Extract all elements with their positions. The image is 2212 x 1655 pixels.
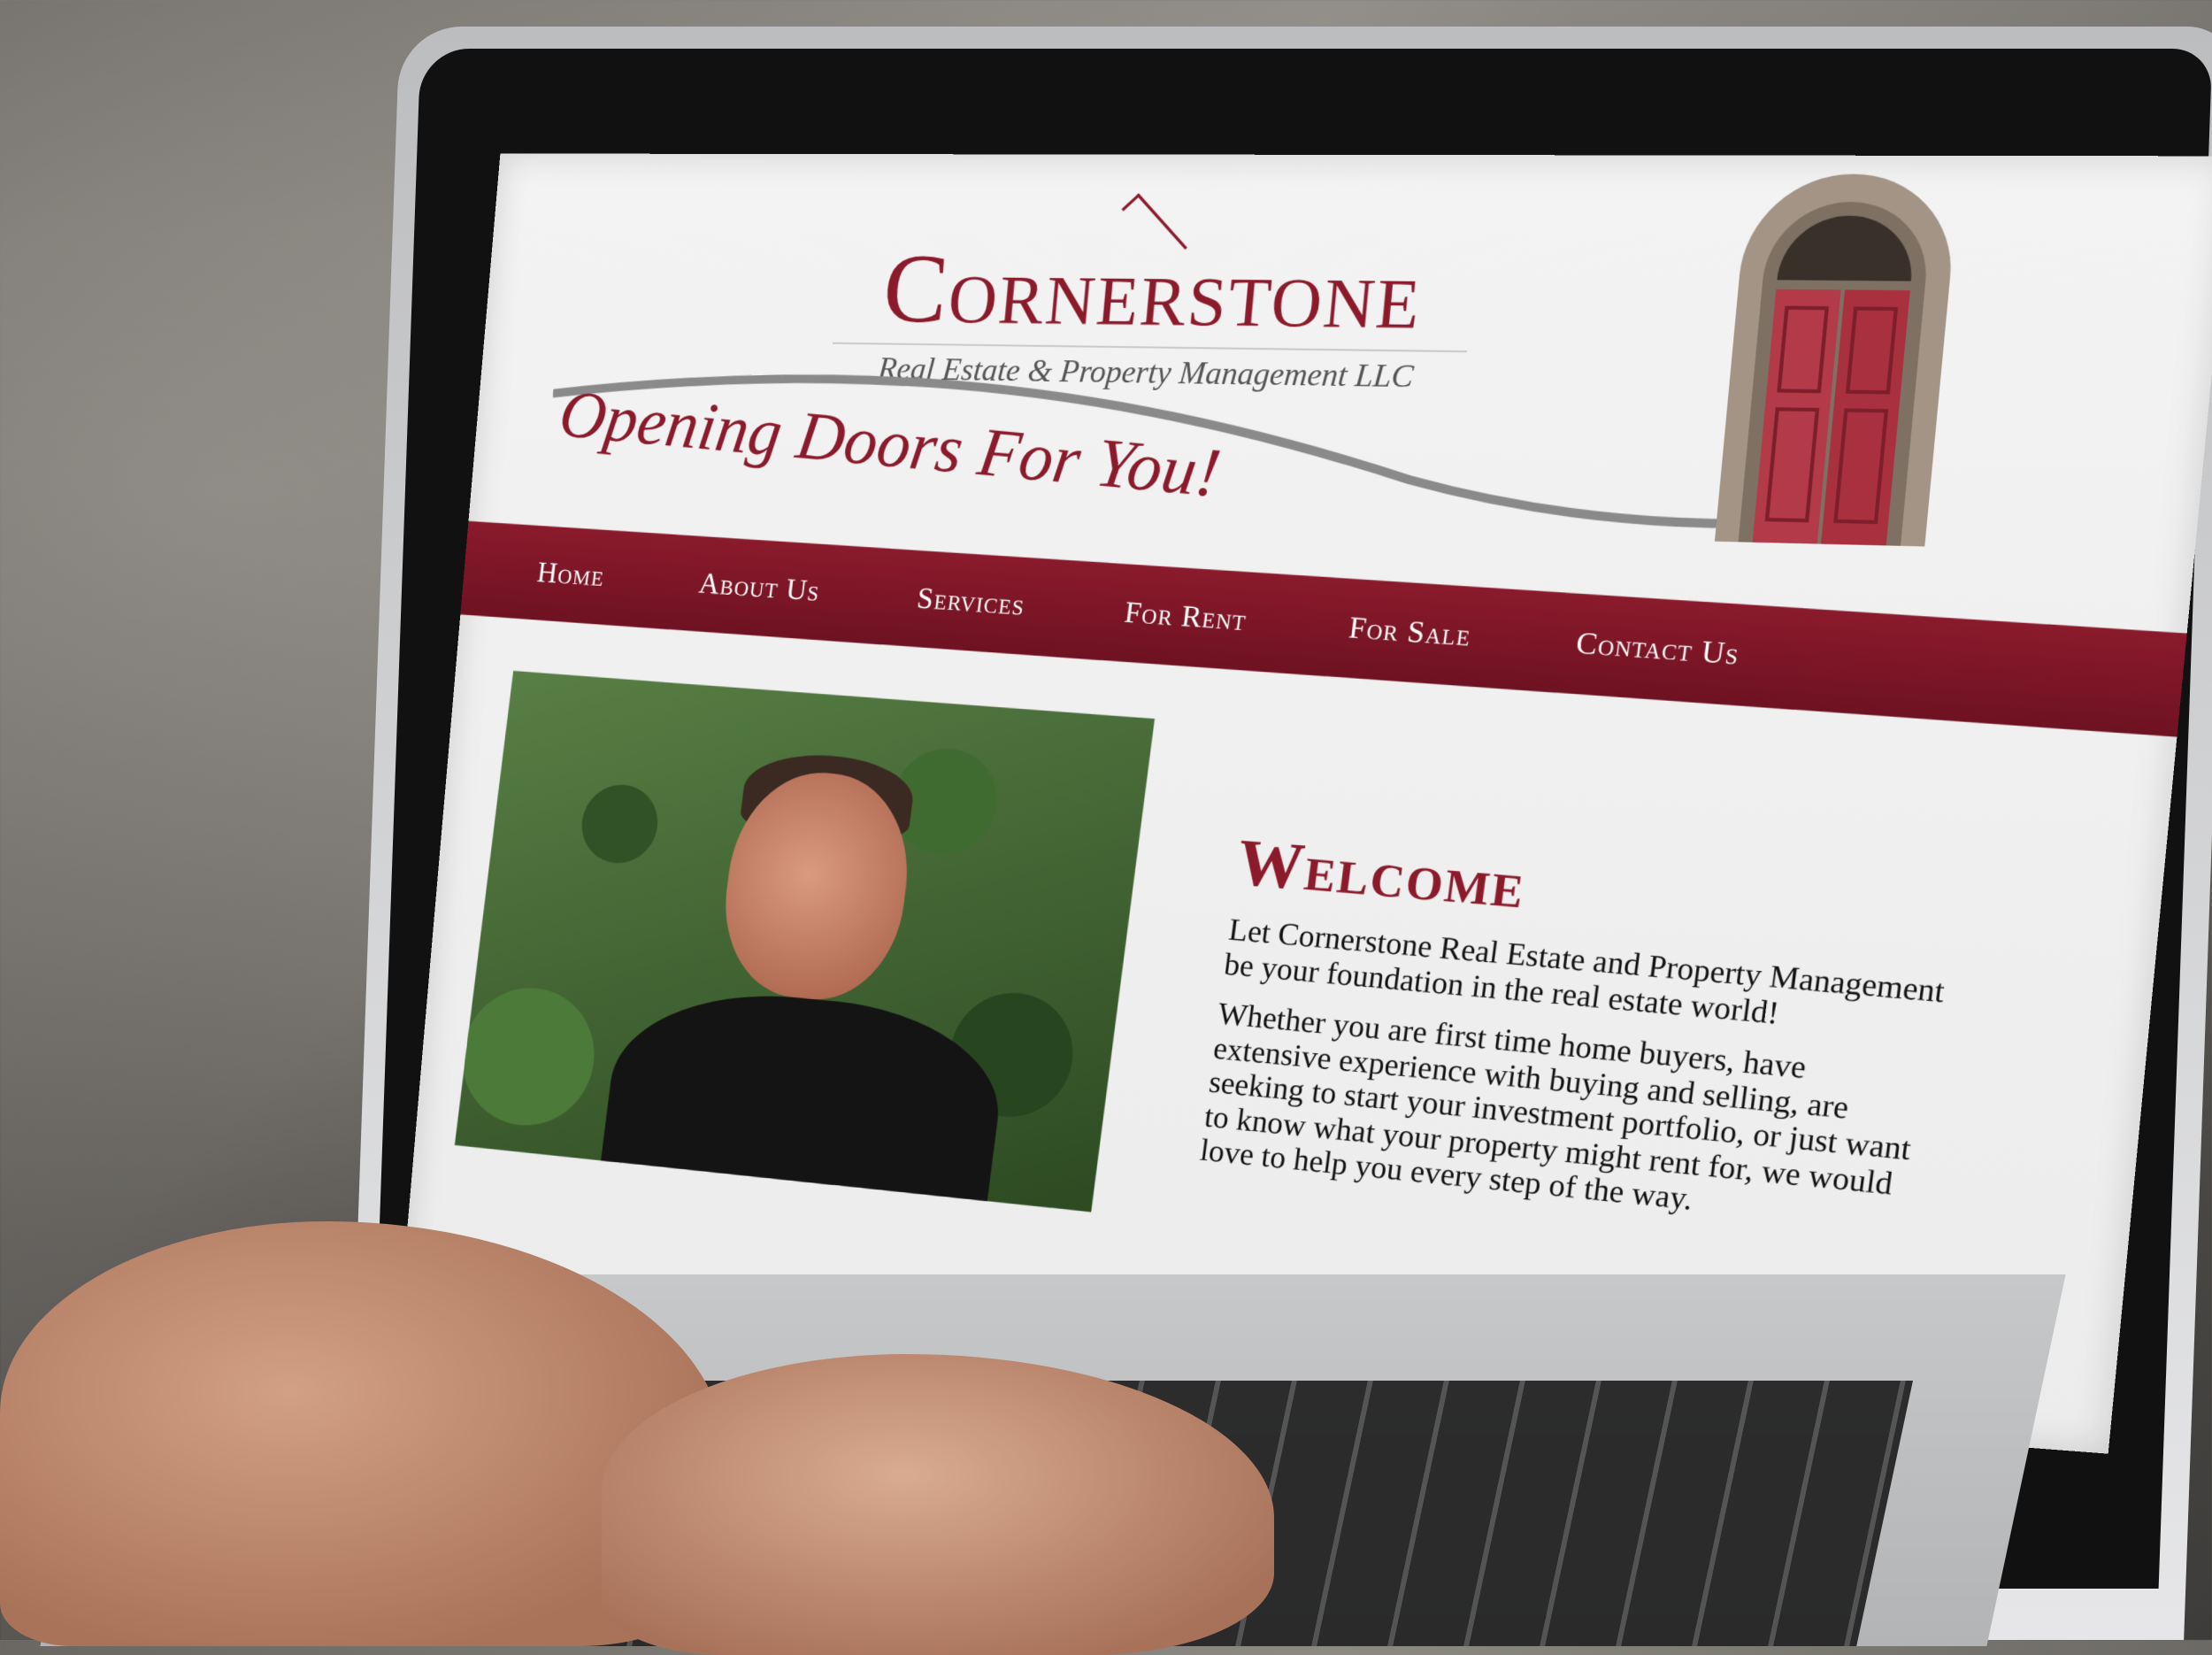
nav-for-sale[interactable]: For Sale — [1347, 612, 1472, 654]
logo-wordmark: Cornerstone — [879, 235, 1428, 350]
website-screen: Cornerstone Real Estate & Property Manag… — [398, 153, 2212, 1454]
nav-about-us[interactable]: About Us — [697, 567, 822, 608]
agent-photo — [454, 671, 1156, 1212]
logo-name: Cornerstone — [879, 235, 1428, 350]
nav-home[interactable]: Home — [535, 557, 606, 594]
red-door-image — [1714, 173, 1961, 547]
person-shirt — [595, 981, 1011, 1212]
site-header: Cornerstone Real Estate & Property Manag… — [469, 154, 2212, 563]
nav-contact-us[interactable]: Contact Us — [1574, 627, 1741, 673]
nav-for-rent[interactable]: For Rent — [1123, 597, 1248, 638]
welcome-section: Welcome Let Cornerstone Real Estate and … — [1196, 825, 1965, 1257]
nav-services[interactable]: Services — [915, 582, 1026, 623]
